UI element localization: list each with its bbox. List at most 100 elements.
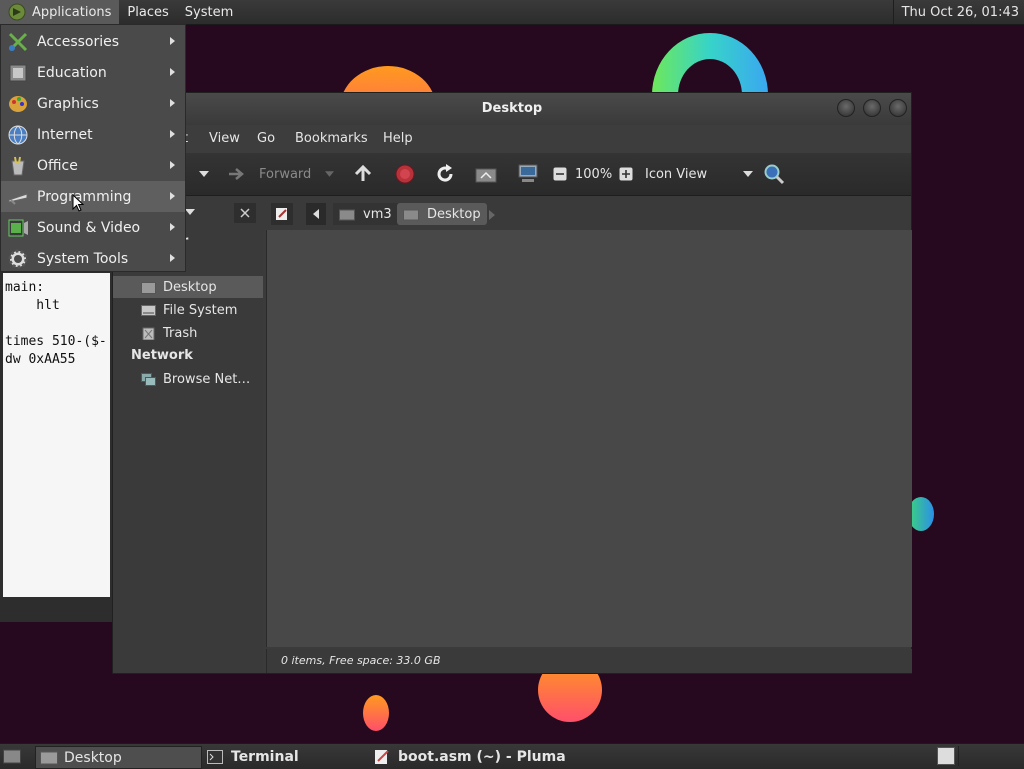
back-dropdown-icon[interactable] xyxy=(199,164,209,184)
menu-item-sound-video[interactable]: Sound & Video xyxy=(1,212,185,243)
reload-icon xyxy=(437,164,453,182)
icon-view-pane[interactable] xyxy=(266,230,912,647)
sidebar-item-label: Desktop xyxy=(163,279,217,295)
system-label: System xyxy=(184,4,234,20)
taskbar-item-pluma[interactable]: boot.asm (~) - Pluma xyxy=(372,746,672,767)
menu-item-label: Graphics xyxy=(37,95,99,112)
sidebar-select-chevron-icon[interactable] xyxy=(185,204,195,219)
sidebar-item-desktop[interactable]: Desktop xyxy=(113,276,263,298)
menu-view[interactable]: View xyxy=(209,131,240,146)
menu-item-accessories[interactable]: Accessories xyxy=(1,26,185,57)
mouse-cursor-icon xyxy=(72,194,84,212)
window-title: Desktop xyxy=(481,101,543,116)
accessories-icon xyxy=(8,32,28,51)
search-button[interactable] xyxy=(763,164,785,185)
drive-icon xyxy=(141,304,156,316)
menu-item-label: Office xyxy=(37,157,78,174)
code-line: hlt xyxy=(5,298,60,313)
panel-separator xyxy=(958,746,959,766)
status-text: 0 items, Free space: 33.0 GB xyxy=(281,654,441,667)
terminal-icon xyxy=(207,749,223,764)
menu-item-internet[interactable]: Internet xyxy=(1,119,185,150)
office-icon xyxy=(11,156,25,175)
workspace-1[interactable] xyxy=(937,747,955,765)
sidebar-header-network: Network xyxy=(131,348,193,363)
submenu-arrow-icon xyxy=(170,192,175,200)
menu-item-graphics[interactable]: Graphics xyxy=(1,88,185,119)
sidebar-item-label: Trash xyxy=(163,325,198,341)
programming-icon xyxy=(8,192,28,205)
reload-button[interactable] xyxy=(435,164,455,184)
pluma-text-area[interactable]: main: hlt times 510-($- dw 0xAA55 xyxy=(3,273,110,597)
menu-item-system-tools[interactable]: System Tools xyxy=(1,243,185,274)
sidebar-item-label: File System xyxy=(163,302,238,318)
zoom-level: 100% xyxy=(575,166,613,182)
taskbar-label: Terminal xyxy=(231,748,299,765)
menu-go[interactable]: Go xyxy=(257,131,275,146)
path-button-desktop[interactable]: Desktop xyxy=(397,203,487,225)
sidebar-item-browse-network[interactable]: Browse Net… xyxy=(113,368,263,390)
path-scroll-left-button[interactable] xyxy=(306,203,326,225)
submenu-arrow-icon xyxy=(170,254,175,262)
bottom-panel: Desktop Terminal boot.asm (~) - Pluma xyxy=(0,743,1024,769)
system-menu-button[interactable]: System xyxy=(177,0,241,24)
code-line: main: xyxy=(5,280,45,295)
maximize-button[interactable] xyxy=(863,99,881,117)
zoom-out-icon xyxy=(553,167,567,181)
clock[interactable]: Thu Oct 26, 01:43 xyxy=(892,0,1024,24)
menu-help[interactable]: Help xyxy=(383,131,413,146)
education-icon xyxy=(9,64,27,81)
sidebar-item-trash[interactable]: Trash xyxy=(113,322,263,344)
toolbar: Forward 100% Icon View xyxy=(113,153,911,196)
edit-pencil-icon xyxy=(276,208,287,220)
taskbar-label: boot.asm (~) - Pluma xyxy=(398,748,566,765)
forward-label: Forward xyxy=(259,166,312,182)
taskbar-item-terminal[interactable]: Terminal xyxy=(205,746,367,767)
graphics-icon xyxy=(9,95,27,112)
forward-arrow-icon xyxy=(229,168,244,180)
text-editor-icon xyxy=(375,749,389,764)
zoom-out-button[interactable] xyxy=(553,164,567,184)
zoom-in-button[interactable] xyxy=(619,164,633,184)
stop-button[interactable] xyxy=(395,164,415,184)
sidebar: er 3 Desktop File System Trash Network B… xyxy=(113,230,263,673)
up-arrow-icon xyxy=(354,164,372,181)
forward-button[interactable]: Forward xyxy=(227,164,335,184)
places-menu-button[interactable]: Places xyxy=(119,0,176,24)
location-toggle-button[interactable] xyxy=(271,203,293,225)
chevron-down-icon xyxy=(743,171,754,177)
menu-item-office[interactable]: Office xyxy=(1,150,185,181)
computer-button[interactable] xyxy=(517,164,539,184)
menu-item-label: Accessories xyxy=(37,33,120,50)
show-desktop-button[interactable] xyxy=(2,747,22,765)
submenu-arrow-icon xyxy=(170,37,175,45)
taskbar-item-desktop[interactable]: Desktop xyxy=(35,746,202,769)
internet-globe-icon xyxy=(8,125,28,145)
close-button[interactable] xyxy=(889,99,907,117)
menu-item-label: Programming xyxy=(37,188,132,205)
network-icon xyxy=(141,372,156,386)
menu-item-education[interactable]: Education xyxy=(1,57,185,88)
applications-menu-button[interactable]: Applications xyxy=(0,0,120,24)
close-sidebar-button[interactable] xyxy=(234,203,256,223)
minimize-button[interactable] xyxy=(837,99,855,117)
desktop-folder-icon xyxy=(40,751,58,765)
menu-item-programming[interactable]: Programming xyxy=(1,181,185,212)
up-button[interactable] xyxy=(353,164,373,184)
applications-menu: Accessories Education Graphics Internet … xyxy=(0,24,186,272)
window-titlebar[interactable]: Desktop xyxy=(113,93,911,125)
chevron-left-icon xyxy=(313,209,319,219)
sidebar-item-label: Browse Net… xyxy=(163,371,251,387)
view-mode-select[interactable]: Icon View xyxy=(645,164,754,184)
path-button-vm3[interactable]: vm3 xyxy=(333,203,398,225)
file-manager-window: Desktop t View Go Bookmarks Help Forward xyxy=(112,92,912,674)
submenu-arrow-icon xyxy=(170,99,175,107)
home-button[interactable] xyxy=(475,164,497,184)
sidebar-item-file-system[interactable]: File System xyxy=(113,299,263,321)
path-scroll-right-button[interactable] xyxy=(489,209,495,224)
applications-label: Applications xyxy=(32,4,112,20)
statusbar: 0 items, Free space: 33.0 GB xyxy=(266,649,912,673)
computer-icon xyxy=(518,164,538,182)
menu-bookmarks[interactable]: Bookmarks xyxy=(295,131,368,146)
